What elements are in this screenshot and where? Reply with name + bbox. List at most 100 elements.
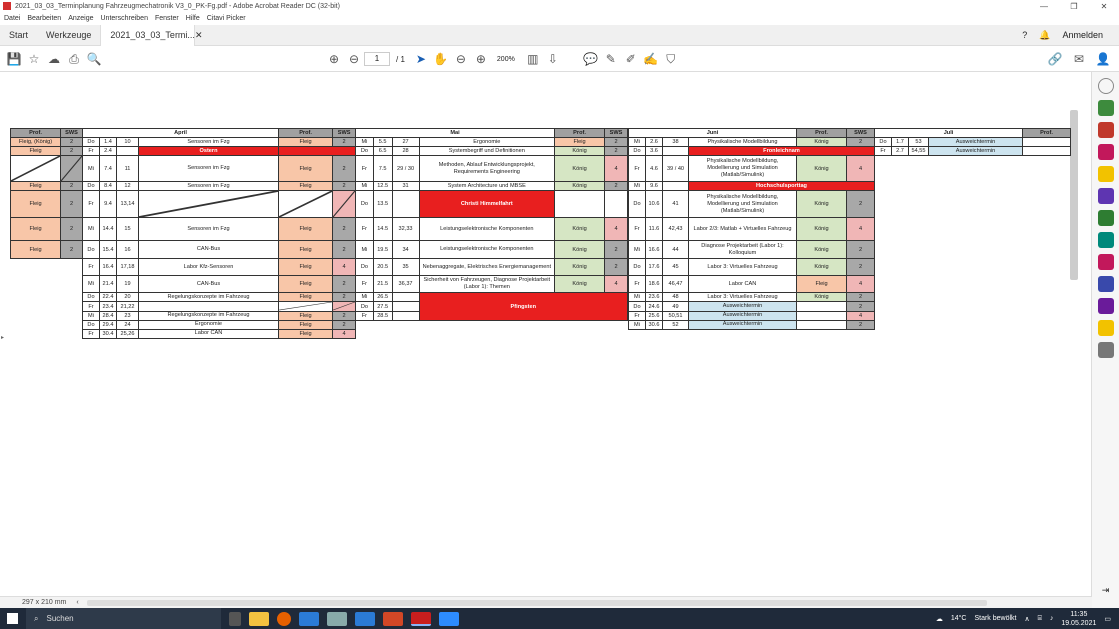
acrobat-taskbar-icon[interactable] — [411, 611, 431, 626]
scan-ocr-icon[interactable] — [1097, 232, 1114, 248]
draw-icon[interactable]: ✐ — [621, 49, 641, 69]
fill-sign-panel-icon[interactable] — [1097, 254, 1114, 270]
close-icon[interactable]: ✕ — [1089, 2, 1119, 11]
number-cell: 31 — [391, 181, 420, 192]
zoom-app-icon[interactable] — [439, 611, 459, 626]
weather-icon[interactable]: ☁ — [936, 615, 943, 623]
zoom-out-icon[interactable]: ⊖ — [451, 49, 471, 69]
citavi-icon[interactable] — [327, 611, 347, 626]
header-april: April — [82, 127, 279, 139]
taskbar-search[interactable]: ⌕ Suchen — [26, 608, 221, 629]
stamp-icon[interactable]: ⛉ — [661, 49, 681, 69]
network-icon[interactable]: ⌸ — [1038, 615, 1042, 623]
number-cell: 17,18 — [116, 258, 139, 277]
zoom-search-icon[interactable]: 🔍 — [84, 49, 104, 69]
link-icon[interactable]: 🔗 — [1045, 49, 1065, 69]
highlight-icon[interactable]: ✎ — [601, 49, 621, 69]
minimize-icon[interactable]: — — [1029, 2, 1059, 11]
horizontal-scrollbar[interactable] — [86, 599, 987, 606]
juni-row: Do 24.6 49 Ausweichtermin 2 — [628, 301, 875, 312]
page-up-icon[interactable]: ⊕ — [324, 49, 344, 69]
mai-prof-cell: König — [554, 275, 606, 294]
send-comments-icon[interactable] — [1097, 320, 1114, 336]
notifications-icon[interactable]: ▭ — [1104, 615, 1111, 623]
prev-sws-cell: 2 — [60, 137, 83, 148]
page-number-input[interactable]: 1 — [364, 52, 390, 66]
bell-icon[interactable]: 🔔 — [1039, 30, 1050, 41]
topic-cell: Regelungskonzepte im Fahrzeug — [138, 292, 279, 303]
zoom-level[interactable]: 200% — [497, 56, 515, 63]
task-view-icon[interactable] — [229, 611, 241, 626]
prev-sws-cell: 2 — [60, 217, 83, 242]
more-tools-icon[interactable] — [1097, 342, 1114, 358]
mai-sws-cell: 2 — [604, 258, 628, 277]
april-row: Fleig 2 Fr 9.4 13,14 — [10, 190, 279, 219]
organize-pages-icon[interactable] — [1097, 210, 1114, 226]
menu-unterschreiben[interactable]: Unterschreiben — [101, 15, 148, 22]
day-cell: Do — [82, 292, 100, 303]
print-icon[interactable]: ⎙ — [64, 49, 84, 69]
store-icon[interactable] — [299, 611, 319, 626]
combine-files-icon[interactable] — [1097, 188, 1114, 204]
comment-icon[interactable]: 💬 — [581, 49, 601, 69]
scroll-mode-icon[interactable]: ⇩ — [543, 49, 563, 69]
page-down-icon[interactable]: ⊖ — [344, 49, 364, 69]
zoom-panel-icon[interactable] — [1097, 78, 1114, 94]
comment-panel-icon[interactable] — [1097, 166, 1114, 182]
signin-button[interactable]: Anmelden — [1062, 30, 1103, 40]
tray-expand-icon[interactable]: ∧ — [1025, 615, 1030, 623]
topic-cell: Regelungskonzepte im Fahrzeug — [138, 310, 279, 321]
mail-icon[interactable] — [355, 611, 375, 626]
april-prof-cell: Fleig — [277, 275, 334, 294]
select-cursor-icon[interactable]: ➤ — [411, 49, 431, 69]
menu-bearbeiten[interactable]: Bearbeiten — [27, 15, 61, 22]
file-explorer-icon[interactable] — [249, 611, 269, 626]
menu-hilfe[interactable]: Hilfe — [186, 15, 200, 22]
tab-close-icon[interactable]: ✕ — [195, 30, 203, 41]
day-cell: Do — [355, 301, 374, 312]
tab-start[interactable]: Start — [0, 25, 37, 46]
weather-text[interactable]: Stark bewölkt — [974, 615, 1016, 622]
edit-pdf-icon[interactable] — [1097, 144, 1114, 160]
hscroll-left-icon[interactable]: ‹ — [76, 599, 78, 606]
powerpoint-icon[interactable] — [383, 611, 403, 626]
tab-document[interactable]: 2021_03_03_Termi... ✕ — [100, 24, 202, 46]
fit-page-icon[interactable]: ▥ — [523, 49, 543, 69]
empty-cell — [11, 302, 61, 311]
create-pdf-icon[interactable] — [1097, 122, 1114, 138]
menu-datei[interactable]: Datei — [4, 15, 20, 22]
export-pdf-icon[interactable] — [1097, 100, 1114, 116]
number-cell: 41 — [662, 190, 689, 219]
firefox-icon[interactable] — [277, 611, 291, 626]
windows-start-icon[interactable] — [7, 613, 18, 624]
save-icon[interactable]: 💾 — [4, 49, 24, 69]
signature-panel-icon[interactable] — [1097, 298, 1114, 314]
topic-cell: Methoden, Ablauf Entwicklungsprojekt, Re… — [418, 155, 556, 183]
zoom-in-icon[interactable]: ⊕ — [471, 49, 491, 69]
date-cell: 9.4 — [99, 190, 117, 219]
vertical-scrollbar[interactable] — [1070, 110, 1078, 280]
left-panel-arrow-icon[interactable]: ▸ — [1, 334, 4, 341]
menu-anzeige[interactable]: Anzeige — [68, 15, 93, 22]
number-cell — [116, 146, 139, 157]
clock[interactable]: 11:35 19.05.2021 — [1061, 610, 1096, 628]
protect-icon[interactable] — [1097, 276, 1114, 292]
cloud-upload-icon[interactable]: ☁ — [44, 49, 64, 69]
panel-collapse-icon[interactable]: ⇥ — [1102, 585, 1110, 596]
date-cell: 3.6 — [645, 146, 663, 157]
email-icon[interactable]: ✉ — [1069, 49, 1089, 69]
restore-icon[interactable]: ❐ — [1059, 2, 1089, 11]
menu-citavi[interactable]: Citavi Picker — [207, 15, 246, 22]
juni-row: Do 3.6 Fronleichnam — [628, 146, 875, 157]
fill-sign-icon[interactable]: ✍ — [641, 49, 661, 69]
tab-tools[interactable]: Werkzeuge — [37, 25, 100, 46]
bookmark-star-icon[interactable]: ☆ — [24, 49, 44, 69]
volume-icon[interactable]: ♪ — [1050, 615, 1054, 622]
day-cell: Do — [82, 181, 100, 192]
hand-tool-icon[interactable]: ✋ — [431, 49, 451, 69]
menu-fenster[interactable]: Fenster — [155, 15, 179, 22]
help-icon[interactable]: ? — [1022, 30, 1027, 40]
weather-temp[interactable]: 14°C — [951, 615, 967, 622]
share-user-icon[interactable]: 👤 — [1093, 49, 1113, 69]
date-cell: 19.5 — [372, 240, 393, 260]
